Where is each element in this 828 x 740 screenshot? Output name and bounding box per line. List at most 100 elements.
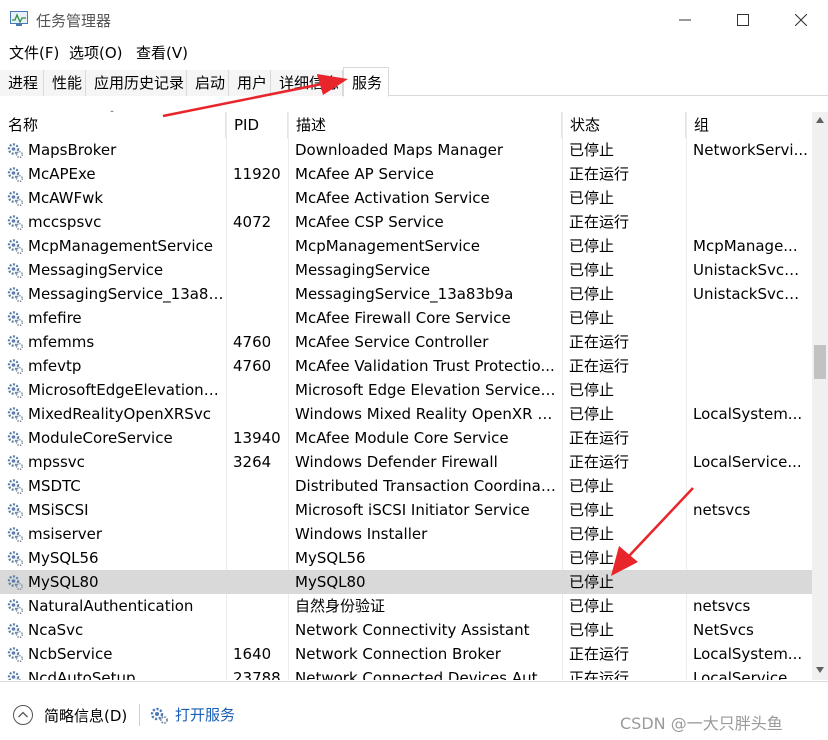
table-row[interactable]: NcdAutoSetup 23788 Network Connected Devic…: [0, 666, 812, 680]
column-header-pid[interactable]: PID: [226, 112, 288, 138]
tab-services[interactable]: 服务: [343, 67, 389, 97]
service-status: 已停止: [569, 477, 615, 495]
service-pid: [233, 234, 287, 258]
service-group: [693, 354, 808, 378]
table-row[interactable]: MicrosoftEdgeElevationS... Microsoft Edge…: [0, 378, 812, 402]
column-header-name[interactable]: 名称: [0, 112, 226, 138]
menu-options[interactable]: 选项(O): [69, 42, 123, 63]
table-row[interactable]: MessagingService_13a83... MessagingServic…: [0, 282, 812, 306]
table-row[interactable]: MapsBroker Downloaded Maps Manager 已停止 Netw…: [0, 138, 812, 162]
table-row[interactable]: McAPExe 11920 McAfee AP Service 正在运行: [0, 162, 812, 186]
service-gear-icon: [7, 575, 24, 591]
table-row[interactable]: mpssvc 3264 Windows Defender Firewall 正在运行 L…: [0, 450, 812, 474]
service-name: MySQL80: [28, 573, 99, 591]
service-pid: [233, 546, 287, 570]
table-row[interactable]: mccspsvc 4072 McAfee CSP Service 正在运行: [0, 210, 812, 234]
scroll-down-icon[interactable]: [815, 666, 825, 674]
service-gear-icon: [7, 287, 24, 303]
service-pid: [233, 594, 287, 618]
open-services-link[interactable]: 打开服务: [149, 704, 235, 725]
vertical-scrollbar[interactable]: [812, 112, 828, 680]
service-gear-icon: [7, 383, 24, 399]
table-row[interactable]: mfevtp 4760 McAfee Validation Trust Protec…: [0, 354, 812, 378]
tab-users[interactable]: 用户: [229, 70, 271, 96]
service-gear-icon: [7, 623, 24, 639]
service-group: [693, 210, 808, 234]
table-row[interactable]: MSiSCSI Microsoft iSCSI Initiator Service…: [0, 498, 812, 522]
fewer-details-button[interactable]: 简略信息(D): [12, 704, 127, 726]
service-description: Windows Mixed Reality OpenXR S...: [295, 405, 557, 423]
service-gear-icon: [7, 167, 24, 183]
service-status: 正在运行: [569, 669, 630, 680]
service-group: LocalService...: [693, 669, 802, 680]
service-description: MySQL56: [295, 549, 366, 567]
service-description: McAfee Firewall Core Service: [295, 309, 511, 327]
scrollbar-thumb[interactable]: [814, 345, 826, 379]
tab-startup[interactable]: 启动: [187, 70, 229, 96]
tab-processes[interactable]: 进程: [0, 70, 44, 96]
service-status: 已停止: [569, 309, 615, 327]
service-gear-icon: [7, 431, 24, 447]
scroll-up-icon[interactable]: [815, 116, 825, 124]
column-header-status[interactable]: 状态: [562, 112, 686, 138]
table-row[interactable]: mfefire McAfee Firewall Core Service 已停止: [0, 306, 812, 330]
services-table: MapsBroker Downloaded Maps Manager 已停止 Netw…: [0, 138, 812, 680]
services-gear-icon: [150, 707, 168, 724]
service-description: McAfee Module Core Service: [295, 429, 509, 447]
service-pid: 4760: [233, 333, 272, 351]
service-description: Network Connected Devices Auto...: [295, 669, 557, 680]
service-description: McAfee CSP Service: [295, 213, 444, 231]
service-status: 已停止: [569, 141, 615, 159]
table-row[interactable]: mfemms 4760 McAfee Service Controller 正在运行: [0, 330, 812, 354]
service-status: 已停止: [569, 189, 615, 207]
service-status: 正在运行: [569, 357, 630, 375]
service-name: MySQL56: [28, 549, 99, 567]
table-row[interactable]: McpManagementService McpManagementService…: [0, 234, 812, 258]
table-row[interactable]: MixedRealityOpenXRSvc Windows Mixed Reali…: [0, 402, 812, 426]
table-row[interactable]: NaturalAuthentication 自然身份验证 已停止 netsvcs: [0, 594, 812, 618]
fewer-details-label: 简略信息(D): [44, 706, 128, 725]
service-gear-icon: [7, 527, 24, 543]
close-button[interactable]: [772, 0, 828, 40]
service-status: 已停止: [569, 621, 615, 639]
service-name: ModuleCoreService: [28, 429, 173, 447]
table-row-selected[interactable]: MySQL80 MySQL80 已停止: [0, 570, 812, 594]
maximize-button[interactable]: [714, 0, 772, 40]
service-pid: [233, 306, 287, 330]
menu-view[interactable]: 查看(V): [136, 42, 188, 63]
service-description: MySQL80: [295, 573, 366, 591]
service-gear-icon: [7, 335, 24, 351]
service-group: UnistackSvcG...: [693, 285, 808, 303]
minimize-button[interactable]: [656, 0, 714, 40]
service-name: mccspsvc: [28, 213, 102, 231]
task-manager-icon: [10, 11, 28, 26]
table-row[interactable]: MessagingService MessagingService 已停止 Unist…: [0, 258, 812, 282]
service-group: LocalService...: [693, 453, 802, 471]
service-name: mfemms: [28, 333, 95, 351]
footer-bar: 简略信息(D) 打开服务 CSDN @一大只胖头鱼: [0, 681, 828, 740]
menu-file[interactable]: 文件(F): [9, 42, 59, 63]
table-row[interactable]: NcbService 1640 Network Connection Broker 正…: [0, 642, 812, 666]
table-row[interactable]: msiserver Windows Installer 已停止: [0, 522, 812, 546]
service-group: NetworkServi...: [693, 141, 808, 159]
service-name: NcbService: [28, 645, 113, 663]
table-row[interactable]: McAWFwk McAfee Activation Service 已停止: [0, 186, 812, 210]
service-status: 已停止: [569, 549, 615, 567]
column-header-description[interactable]: 描述: [288, 112, 562, 138]
table-row[interactable]: ModuleCoreService 13940 McAfee Module Core…: [0, 426, 812, 450]
table-row[interactable]: NcaSvc Network Connectivity Assistant 已停止 N…: [0, 618, 812, 642]
service-description: McAfee Service Controller: [295, 333, 489, 351]
tab-details[interactable]: 详细信息: [271, 70, 343, 96]
table-row[interactable]: MSDTC Distributed Transaction Coordinat..…: [0, 474, 812, 498]
service-group: [693, 162, 808, 186]
column-header-group[interactable]: 组: [686, 112, 812, 138]
service-pid: [233, 186, 287, 210]
table-row[interactable]: MySQL56 MySQL56 已停止: [0, 546, 812, 570]
service-description: Windows Defender Firewall: [295, 453, 498, 471]
tab-app-history[interactable]: 应用历史记录: [86, 70, 187, 96]
tab-performance[interactable]: 性能: [44, 70, 86, 96]
service-name: mpssvc: [28, 453, 85, 471]
service-gear-icon: [7, 551, 24, 567]
service-group: LocalSystem...: [693, 645, 803, 663]
chevron-up-circle-icon: [13, 705, 33, 725]
